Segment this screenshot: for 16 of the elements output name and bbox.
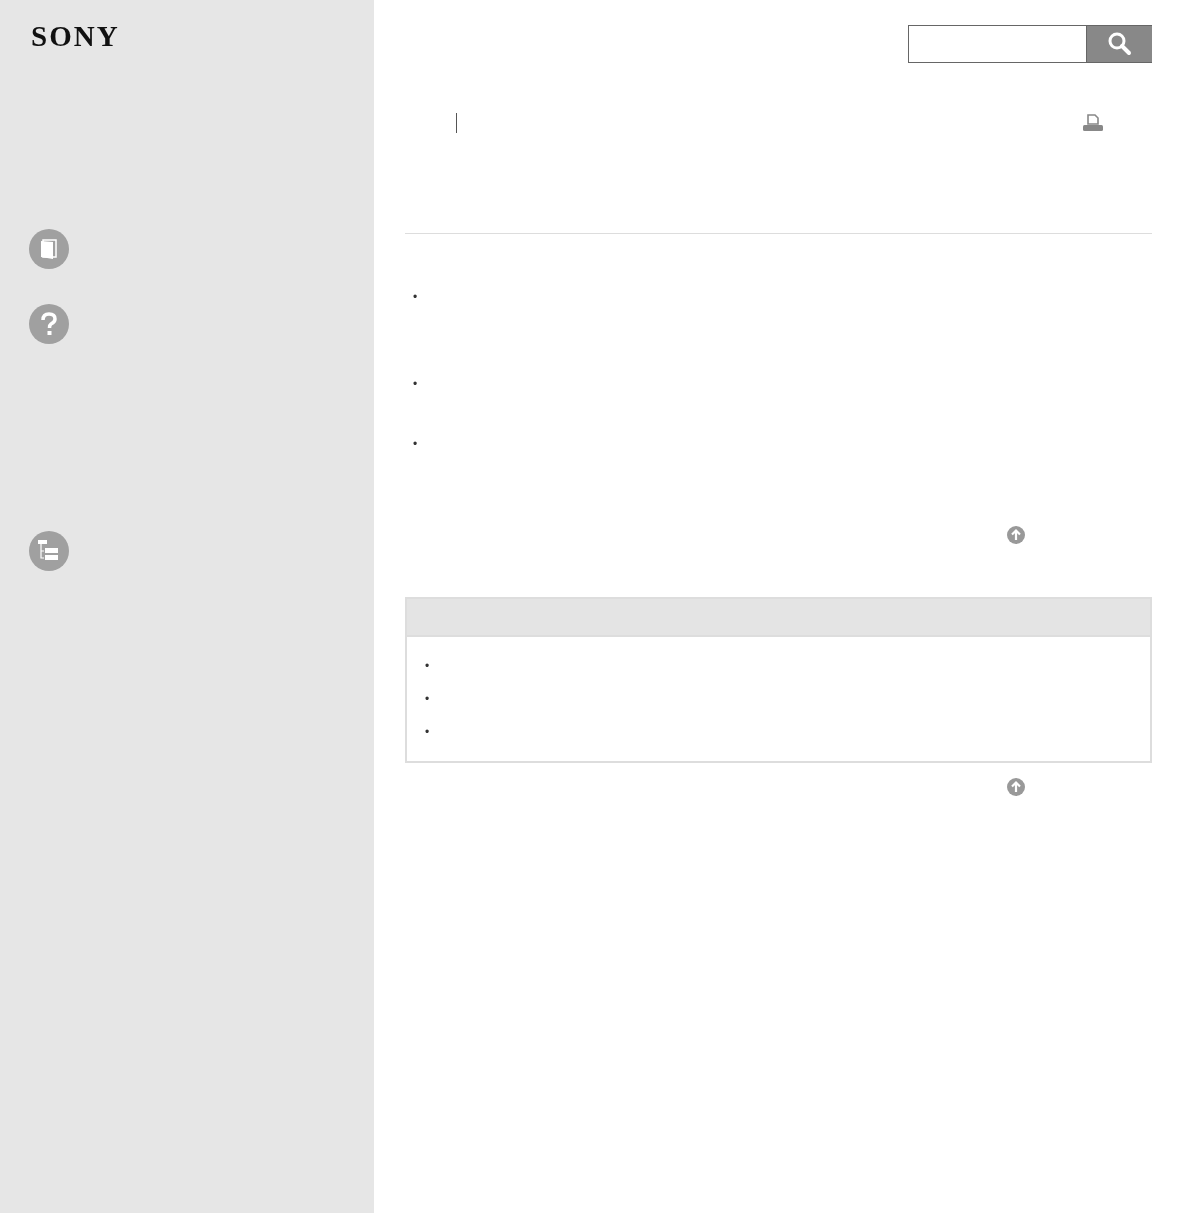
brand-logo[interactable]: SONY bbox=[31, 20, 120, 52]
bullet: • bbox=[413, 437, 418, 451]
back-to-top-icon[interactable] bbox=[1006, 777, 1026, 797]
help-icon[interactable] bbox=[29, 304, 69, 344]
bullet: • bbox=[413, 290, 418, 304]
bullet: • bbox=[425, 659, 430, 673]
tree-list-icon[interactable] bbox=[29, 531, 69, 571]
bullet: • bbox=[425, 725, 430, 739]
book-icon[interactable] bbox=[29, 229, 69, 269]
bullet: • bbox=[413, 377, 418, 391]
search-field[interactable] bbox=[908, 25, 1087, 63]
search-button[interactable] bbox=[1087, 25, 1152, 63]
print-icon[interactable] bbox=[1082, 114, 1104, 132]
back-to-top-icon[interactable] bbox=[1006, 525, 1026, 545]
bullet: • bbox=[425, 692, 430, 706]
search-icon bbox=[1106, 31, 1133, 57]
